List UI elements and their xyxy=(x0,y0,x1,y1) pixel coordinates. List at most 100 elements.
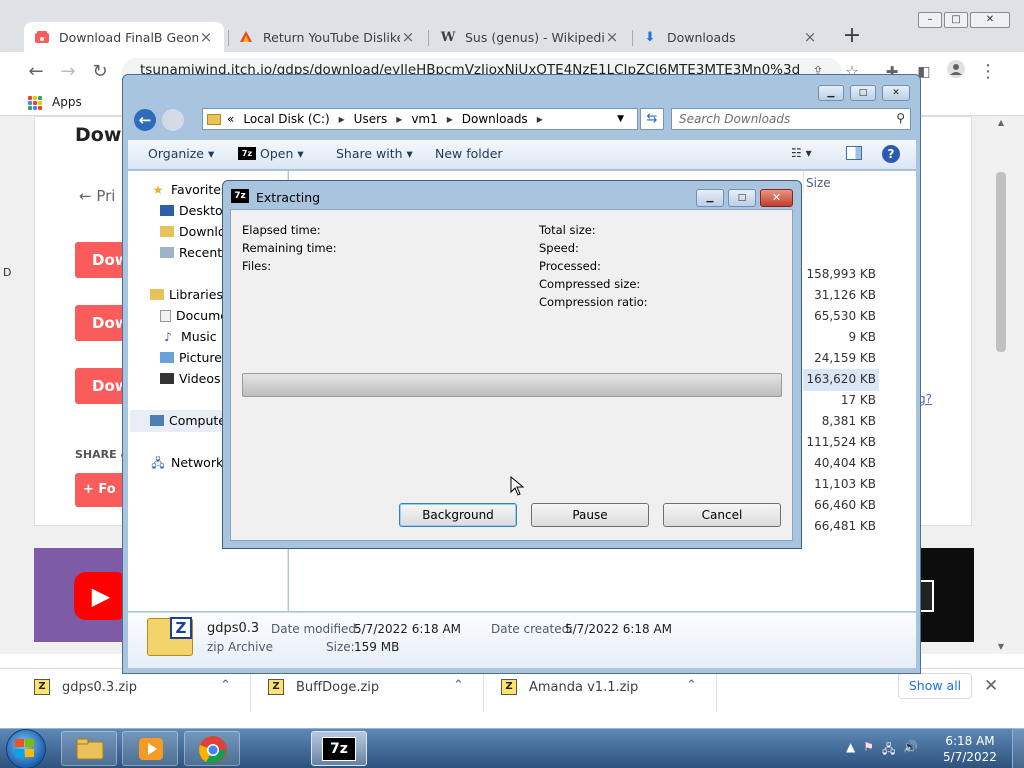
maximize-button[interactable]: □ xyxy=(944,12,968,28)
nav-computer[interactable]: Compute xyxy=(150,413,226,428)
volume-icon[interactable]: 🔊 xyxy=(903,740,918,761)
download-item[interactable]: Z Amanda v1.1.zip xyxy=(501,676,638,698)
breadcrumb-item[interactable]: Users xyxy=(354,112,388,126)
file-size-cell[interactable]: 163,620 KB xyxy=(804,372,876,386)
help-icon[interactable]: ? xyxy=(882,145,900,163)
breadcrumb-arrow-icon[interactable]: ▸ xyxy=(537,112,543,126)
file-size-cell[interactable]: 66,460 KB xyxy=(804,498,876,512)
clock[interactable]: 6:18 AM 5/7/2022 xyxy=(940,733,1000,765)
close-icon[interactable]: × xyxy=(604,28,620,46)
menu-kebab-icon[interactable]: ⋮ xyxy=(976,60,1000,84)
refresh-icon[interactable]: ⇆ xyxy=(640,108,664,130)
file-size-cell[interactable]: 11,103 KB xyxy=(804,477,876,491)
close-icon[interactable]: × xyxy=(400,28,416,46)
previous-link[interactable]: ← Pri xyxy=(79,187,115,205)
preview-pane-icon[interactable] xyxy=(846,146,862,160)
download-item[interactable]: Z BuffDoge.zip xyxy=(268,676,379,698)
breadcrumb-item[interactable]: vm1 xyxy=(411,112,437,126)
search-icon[interactable]: ⚲ xyxy=(896,111,905,125)
nav-network[interactable]: 🖧 Network xyxy=(150,455,223,470)
file-size-cell[interactable]: 111,524 KB xyxy=(804,435,876,449)
apps-grid-icon[interactable] xyxy=(28,96,42,110)
nav-libraries[interactable]: Libraries xyxy=(150,287,223,302)
tray-arrow-icon[interactable]: ▲ xyxy=(846,740,855,761)
nav-documents[interactable]: Docume xyxy=(160,308,228,323)
background-button[interactable]: Background xyxy=(399,503,517,527)
nav-videos[interactable]: Videos xyxy=(160,371,221,386)
taskbar-media-player[interactable] xyxy=(122,731,178,766)
new-folder-button[interactable]: New folder xyxy=(435,146,503,161)
scroll-thumb[interactable] xyxy=(996,172,1006,352)
dialog-close-button[interactable]: ✕ xyxy=(760,189,793,207)
close-icon[interactable]: × xyxy=(198,28,214,46)
dialog-maximize-button[interactable]: □ xyxy=(728,189,756,207)
chevron-up-icon[interactable]: ⌃ xyxy=(686,678,697,693)
tab-itch[interactable]: Download FinalB Geomet × xyxy=(24,22,224,52)
profile-icon[interactable] xyxy=(944,60,968,84)
side-letter: D xyxy=(3,266,12,279)
file-size-cell[interactable]: 17 KB xyxy=(804,393,876,407)
file-size-cell[interactable]: 158,993 KB xyxy=(804,267,876,281)
nav-favorites[interactable]: ★ Favorites xyxy=(150,182,228,197)
scroll-down-icon[interactable]: ▼ xyxy=(992,642,1010,651)
reload-icon[interactable]: ↻ xyxy=(88,60,112,84)
close-shelf-icon[interactable]: ✕ xyxy=(984,676,998,696)
forward-button[interactable] xyxy=(160,107,186,133)
size-column-header[interactable]: Size xyxy=(806,176,831,190)
close-button[interactable]: ✕ xyxy=(970,12,1010,28)
show-all-button[interactable]: Show all xyxy=(898,673,972,699)
view-options-icon[interactable]: ☷ ▾ xyxy=(791,146,812,160)
nav-desktop[interactable]: Desktop xyxy=(160,203,231,218)
organize-menu[interactable]: Organize ▾ xyxy=(148,146,214,161)
network-icon: 🖧 xyxy=(151,455,165,470)
file-size-cell[interactable]: 24,159 KB xyxy=(804,351,876,365)
breadcrumb-arrow-icon[interactable]: ▸ xyxy=(396,112,402,126)
open-menu[interactable]: Open ▾ xyxy=(260,146,304,161)
search-field[interactable]: Search Downloads ⚲ xyxy=(671,108,911,130)
tab-downloads[interactable]: ⬇ Downloads × xyxy=(632,22,828,52)
scroll-up-icon[interactable]: ▲ xyxy=(992,118,1010,127)
breadcrumb-overflow[interactable]: « xyxy=(227,112,234,126)
file-size-cell[interactable]: 40,404 KB xyxy=(804,456,876,470)
network-icon[interactable]: 🖧 xyxy=(882,740,895,761)
file-size-cell[interactable]: 8,381 KB xyxy=(804,414,876,428)
column-divider[interactable] xyxy=(803,171,804,193)
close-icon[interactable]: × xyxy=(802,28,818,46)
explorer-minimize-button[interactable]: ▁ xyxy=(818,85,844,101)
breadcrumb-item[interactable]: Downloads xyxy=(462,112,528,126)
file-size-cell[interactable]: 65,530 KB xyxy=(804,309,876,323)
file-size-cell[interactable]: 66,481 KB xyxy=(804,519,876,533)
dialog-minimize-button[interactable]: ▁ xyxy=(696,189,724,207)
nav-music[interactable]: ♪ Music xyxy=(160,329,216,344)
explorer-close-button[interactable]: ✕ xyxy=(882,85,910,101)
chevron-up-icon[interactable]: ⌃ xyxy=(453,678,464,693)
taskbar-explorer[interactable] xyxy=(61,731,117,766)
apps-bookmark[interactable]: Apps xyxy=(52,95,82,109)
share-with-menu[interactable]: Share with ▾ xyxy=(336,146,413,161)
forward-arrow-icon[interactable]: → xyxy=(56,60,80,84)
file-size-cell[interactable]: 9 KB xyxy=(804,330,876,344)
minimize-button[interactable]: – xyxy=(918,12,942,28)
chevron-down-icon[interactable]: ▼ xyxy=(617,114,624,124)
back-arrow-icon[interactable]: ← xyxy=(24,60,48,84)
breadcrumb-arrow-icon[interactable]: ▸ xyxy=(339,112,345,126)
action-center-icon[interactable]: ⚑ xyxy=(863,740,874,761)
breadcrumb-arrow-icon[interactable]: ▸ xyxy=(447,112,453,126)
cancel-button[interactable]: Cancel xyxy=(663,503,781,527)
tab-ryd[interactable]: Return YouTube Dislike - C × xyxy=(228,22,426,52)
show-desktop-button[interactable] xyxy=(1012,728,1024,768)
nav-downloads[interactable]: Downlo xyxy=(160,224,226,239)
youtube-play-icon[interactable]: ▶ xyxy=(74,572,128,620)
pause-button[interactable]: Pause xyxy=(531,503,649,527)
chevron-up-icon[interactable]: ⌃ xyxy=(220,678,231,693)
taskbar-chrome[interactable] xyxy=(184,731,240,766)
explorer-maximize-button[interactable]: □ xyxy=(850,85,876,101)
download-item[interactable]: Z gdps0.3.zip xyxy=(34,676,137,698)
new-tab-button[interactable]: + xyxy=(840,24,864,48)
address-bar[interactable]: « Local Disk (C:) ▸ Users ▸ vm1 ▸ Downlo… xyxy=(202,108,638,130)
tab-wikipedia[interactable]: W Sus (genus) - Wikipedia × xyxy=(430,22,630,52)
breadcrumb-item[interactable]: Local Disk (C:) xyxy=(243,112,329,126)
nav-pictures[interactable]: Pictures xyxy=(160,350,229,365)
back-button[interactable]: ← xyxy=(132,107,158,133)
file-size-cell[interactable]: 31,126 KB xyxy=(804,288,876,302)
